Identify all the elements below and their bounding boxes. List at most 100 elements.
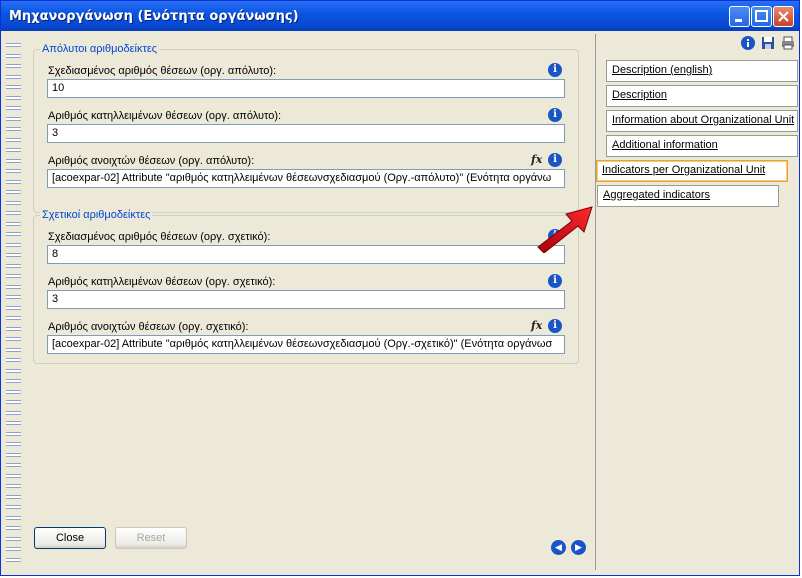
open-positions-relative-field[interactable]: [acoexpar-02] Attribute "αριθμός κατηλλε… xyxy=(47,335,565,354)
tab-description-english[interactable]: Description (english) xyxy=(606,60,798,82)
tab-label: Additional information xyxy=(612,139,718,151)
binding-ring xyxy=(6,547,22,551)
close-window-button[interactable] xyxy=(773,6,794,27)
binding-ring xyxy=(6,285,22,289)
info-icon[interactable]: i xyxy=(548,274,562,288)
binding-ring xyxy=(6,127,22,131)
tab-aggregated-indicators[interactable]: Aggregated indicators xyxy=(597,185,779,207)
binding-ring xyxy=(6,211,22,215)
binding-ring xyxy=(6,358,22,362)
binding-ring xyxy=(6,558,22,562)
maximize-icon xyxy=(755,10,768,22)
next-page-button[interactable]: ▶ xyxy=(571,540,586,555)
relative-indicators-group: Σχετικοί αριθμοδείκτες Σχεδιασμένος αριθ… xyxy=(33,209,579,364)
binding-ring xyxy=(6,306,22,310)
binding-ring xyxy=(6,421,22,425)
info-icon[interactable]: i xyxy=(548,319,562,333)
open-positions-relative-label: Αριθμός ανοιχτών θέσεων (οργ. σχετικό): xyxy=(48,321,249,333)
reset-button[interactable]: Reset xyxy=(115,527,187,549)
red-arrow-annotation xyxy=(537,206,593,253)
binding-ring xyxy=(6,411,22,415)
info-icon[interactable]: i xyxy=(548,108,562,122)
occupied-positions-label: Αριθμός κατηλλειμένων θέσεων (οργ. απόλυ… xyxy=(48,110,282,122)
binding-ring xyxy=(6,463,22,467)
planned-positions-label: Σχεδιασμένος αριθμός θέσεων (οργ. απόλυτ… xyxy=(48,65,277,77)
binding-ring xyxy=(6,337,22,341)
planned-positions-relative-field[interactable]: 8 xyxy=(47,245,565,264)
tab-label: Description xyxy=(612,89,668,101)
tab-label: Description (english) xyxy=(612,64,713,76)
open-positions-label: Αριθμός ανοιχτών θέσεων (οργ. απόλυτο): xyxy=(48,155,255,167)
binding-ring xyxy=(6,369,22,373)
binding-ring xyxy=(6,117,22,121)
group-legend: Απόλυτοι αριθμοδείκτες xyxy=(40,43,160,55)
info-icon[interactable]: i xyxy=(548,63,562,77)
tab-label: Information about Organizational Unit xyxy=(612,114,795,126)
binding-ring xyxy=(6,253,22,257)
title-bar[interactable]: Μηχανοργάνωση (Ενότητα οργάνωσης) xyxy=(1,1,799,31)
binding-ring xyxy=(6,138,22,142)
binding-ring xyxy=(6,85,22,89)
tab-indicators-per-organizational-unit[interactable]: Indicators per Organizational Unit xyxy=(596,160,788,182)
binding-ring xyxy=(6,516,22,520)
minimize-icon xyxy=(735,19,742,22)
binding-ring xyxy=(6,201,22,205)
window-title: Μηχανοργάνωση (Ενότητα οργάνωσης) xyxy=(9,9,299,24)
binding-ring xyxy=(6,243,22,247)
binding-ring xyxy=(6,64,22,68)
formula-icon[interactable]: fx xyxy=(531,153,542,166)
open-positions-field[interactable]: [acoexpar-02] Attribute "αριθμός κατηλλε… xyxy=(47,169,565,188)
binding-ring xyxy=(6,526,22,530)
minimize-button[interactable] xyxy=(729,6,750,27)
binding-ring xyxy=(6,54,22,58)
close-button[interactable]: Close xyxy=(34,527,106,549)
info-icon[interactable] xyxy=(741,36,755,50)
formula-icon[interactable]: fx xyxy=(531,319,542,332)
prev-page-button[interactable]: ◀ xyxy=(551,540,566,555)
group-legend: Σχετικοί αριθμοδείκτες xyxy=(40,209,153,221)
binding-ring xyxy=(6,400,22,404)
tab-label: Indicators per Organizational Unit xyxy=(602,164,766,176)
binding-ring xyxy=(6,348,22,352)
binding-ring xyxy=(6,106,22,110)
planned-positions-relative-label: Σχεδιασμένος αριθμός θέσεων (οργ. σχετικ… xyxy=(48,231,271,243)
binding-ring xyxy=(6,169,22,173)
absolute-indicators-group: Απόλυτοι αριθμοδείκτες Σχεδιασμένος αριθ… xyxy=(33,43,579,213)
binding-ring xyxy=(6,190,22,194)
binding-ring xyxy=(6,453,22,457)
binding-ring xyxy=(6,295,22,299)
occupied-positions-relative-field[interactable]: 3 xyxy=(47,290,565,309)
binding-ring xyxy=(6,495,22,499)
binding-ring xyxy=(6,264,22,268)
binding-ring xyxy=(6,75,22,79)
tab-information-about-organizational-unit[interactable]: Information about Organizational Unit xyxy=(606,110,798,132)
binding-ring xyxy=(6,316,22,320)
binding-ring xyxy=(6,484,22,488)
right-panel: Description (english) Description Informat… xyxy=(596,31,798,571)
planned-positions-field[interactable]: 10 xyxy=(47,79,565,98)
window-body: Απόλυτοι αριθμοδείκτες Σχεδιασμένος αριθ… xyxy=(4,31,798,574)
maximize-button[interactable] xyxy=(751,6,772,27)
binding-ring xyxy=(6,474,22,478)
binding-ring xyxy=(6,180,22,184)
binding-ring xyxy=(6,505,22,509)
binding-ring xyxy=(6,274,22,278)
binding-ring xyxy=(6,327,22,331)
info-icon[interactable]: i xyxy=(548,153,562,167)
save-icon[interactable] xyxy=(761,36,775,50)
dialog-window: Μηχανοργάνωση (Ενότητα οργάνωσης) Απόλυτ… xyxy=(0,0,800,576)
binding-ring xyxy=(6,379,22,383)
binding-ring xyxy=(6,96,22,100)
tab-additional-information[interactable]: Additional information xyxy=(606,135,798,157)
occupied-positions-field[interactable]: 3 xyxy=(47,124,565,143)
binding-ring xyxy=(6,390,22,394)
binding-ring xyxy=(6,43,22,47)
print-icon[interactable] xyxy=(781,36,795,50)
binding-ring xyxy=(6,232,22,236)
occupied-positions-relative-label: Αριθμός κατηλλειμένων θέσεων (οργ. σχετι… xyxy=(48,276,276,288)
binding-ring xyxy=(6,159,22,163)
binding-ring xyxy=(6,222,22,226)
binding-ring xyxy=(6,442,22,446)
form-page: Απόλυτοι αριθμοδείκτες Σχεδιασμένος αριθ… xyxy=(21,34,596,570)
tab-description[interactable]: Description xyxy=(606,85,798,107)
